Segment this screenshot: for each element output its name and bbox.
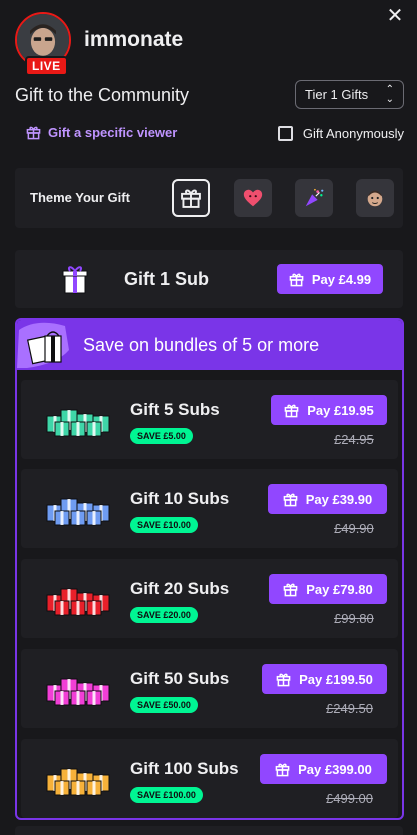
page-title: Gift to the Community xyxy=(15,85,190,105)
channel-name: immonate xyxy=(84,28,184,51)
gift-pile-icon xyxy=(46,409,110,437)
save-badge: SAVE £50.00 xyxy=(130,697,198,713)
tier-select[interactable]: Tier 1 Gifts ⌃ ⌄ xyxy=(295,80,404,109)
bundle-section: Save on bundles of 5 or more Gift 5 Subs… xyxy=(15,318,404,820)
gift-box-icon xyxy=(62,266,88,294)
pay-bundle-label: Pay £199.50 xyxy=(299,671,373,687)
original-price: £499.00 xyxy=(326,791,373,806)
bundle-row: Gift 5 Subs SAVE £5.00 Pay £19.95 £24.95 xyxy=(21,380,398,459)
pay-bundle-label: Pay £19.95 xyxy=(307,402,374,418)
theme-option-gift[interactable] xyxy=(172,179,210,217)
tier-select-value: Tier 1 Gifts xyxy=(305,87,369,102)
pay-bundle-button[interactable]: Pay £19.95 xyxy=(271,395,387,425)
gift-icon xyxy=(275,763,290,776)
theme-option-emote[interactable] xyxy=(356,179,394,217)
bundle-row: Gift 50 Subs SAVE £50.00 Pay £199.50 £249.5… xyxy=(21,649,398,728)
save-badge: SAVE £20.00 xyxy=(130,607,198,623)
original-price: £24.95 xyxy=(334,432,374,447)
single-sub-row: Gift 1 Sub Pay £4.99 xyxy=(15,250,403,308)
pay-bundle-button[interactable]: Pay £399.00 xyxy=(260,754,387,784)
gift-specific-viewer-link[interactable]: Gift a specific viewer xyxy=(26,125,177,140)
bundle-label: Gift 20 Subs xyxy=(130,579,230,598)
live-badge: LIVE xyxy=(25,56,68,76)
pay-bundle-button[interactable]: Pay £79.80 xyxy=(269,574,387,604)
gift-pile-icon xyxy=(46,498,110,526)
gift-specific-viewer-label: Gift a specific viewer xyxy=(48,125,178,140)
chevron-up-down-icon: ⌃ ⌄ xyxy=(385,83,394,105)
gift-pile-icon xyxy=(46,768,110,796)
pay-single-sub-button[interactable]: Pay £4.99 xyxy=(277,264,383,294)
single-sub-label: Gift 1 Sub xyxy=(124,269,209,289)
bundle-row: Gift 10 Subs SAVE £10.00 Pay £39.90 £49.90 xyxy=(21,469,398,548)
gift-icon xyxy=(276,673,291,686)
bundle-header: Save on bundles of 5 or more xyxy=(17,320,402,370)
save-badge: SAVE £5.00 xyxy=(130,428,193,444)
pay-bundle-button[interactable]: Pay £199.50 xyxy=(262,664,387,694)
pay-bundle-label: Pay £79.80 xyxy=(306,581,373,597)
confetti-icon xyxy=(305,188,324,207)
gift-icon xyxy=(284,404,299,417)
bundle-label: Gift 100 Subs xyxy=(130,759,239,778)
theme-label: Theme Your Gift xyxy=(30,190,130,205)
bundle-label: Gift 10 Subs xyxy=(130,489,230,508)
bundle-heading: Save on bundles of 5 or more xyxy=(83,335,320,355)
pay-bundle-button[interactable]: Pay £39.90 xyxy=(268,484,387,514)
original-price: £49.90 xyxy=(334,521,374,536)
gift-pile-icon xyxy=(46,678,110,706)
original-price: £99.80 xyxy=(334,611,374,626)
gift-bag-icon xyxy=(17,322,69,368)
pay-bundle-label: Pay £39.90 xyxy=(305,491,373,507)
gift-anonymously-option: Gift Anonymously xyxy=(277,126,404,141)
original-price: £249.50 xyxy=(326,701,373,716)
theme-selector: Theme Your Gift xyxy=(15,168,403,228)
gift-pile-icon xyxy=(46,588,110,616)
bundle-row: Gift 100 Subs SAVE £100.00 Pay £399.00 £499… xyxy=(21,739,398,818)
gift-icon xyxy=(289,273,304,286)
gift-icon xyxy=(283,583,298,596)
gift-anonymously-checkbox[interactable] xyxy=(277,126,293,141)
gift-box-icon xyxy=(181,189,201,208)
save-badge: SAVE £10.00 xyxy=(130,517,198,533)
gift-anonymously-label: Gift Anonymously xyxy=(302,126,404,141)
close-icon[interactable]: ✕ xyxy=(385,6,405,26)
pay-bundle-label: Pay £399.00 xyxy=(298,761,372,777)
bundle-label: Gift 5 Subs xyxy=(130,400,220,419)
emote-icon xyxy=(367,190,383,207)
bundle-row: Gift 20 Subs SAVE £20.00 Pay £79.80 £99.80 xyxy=(21,559,398,638)
gift-icon xyxy=(26,126,41,140)
heart-icon xyxy=(243,189,263,207)
theme-option-confetti[interactable] xyxy=(295,179,333,217)
save-badge: SAVE £100.00 xyxy=(130,787,203,803)
pay-single-sub-label: Pay £4.99 xyxy=(311,271,372,287)
next-section-edge xyxy=(15,826,403,835)
bundle-label: Gift 50 Subs xyxy=(130,669,230,688)
gift-icon xyxy=(283,493,298,506)
theme-option-heart[interactable] xyxy=(234,179,272,217)
